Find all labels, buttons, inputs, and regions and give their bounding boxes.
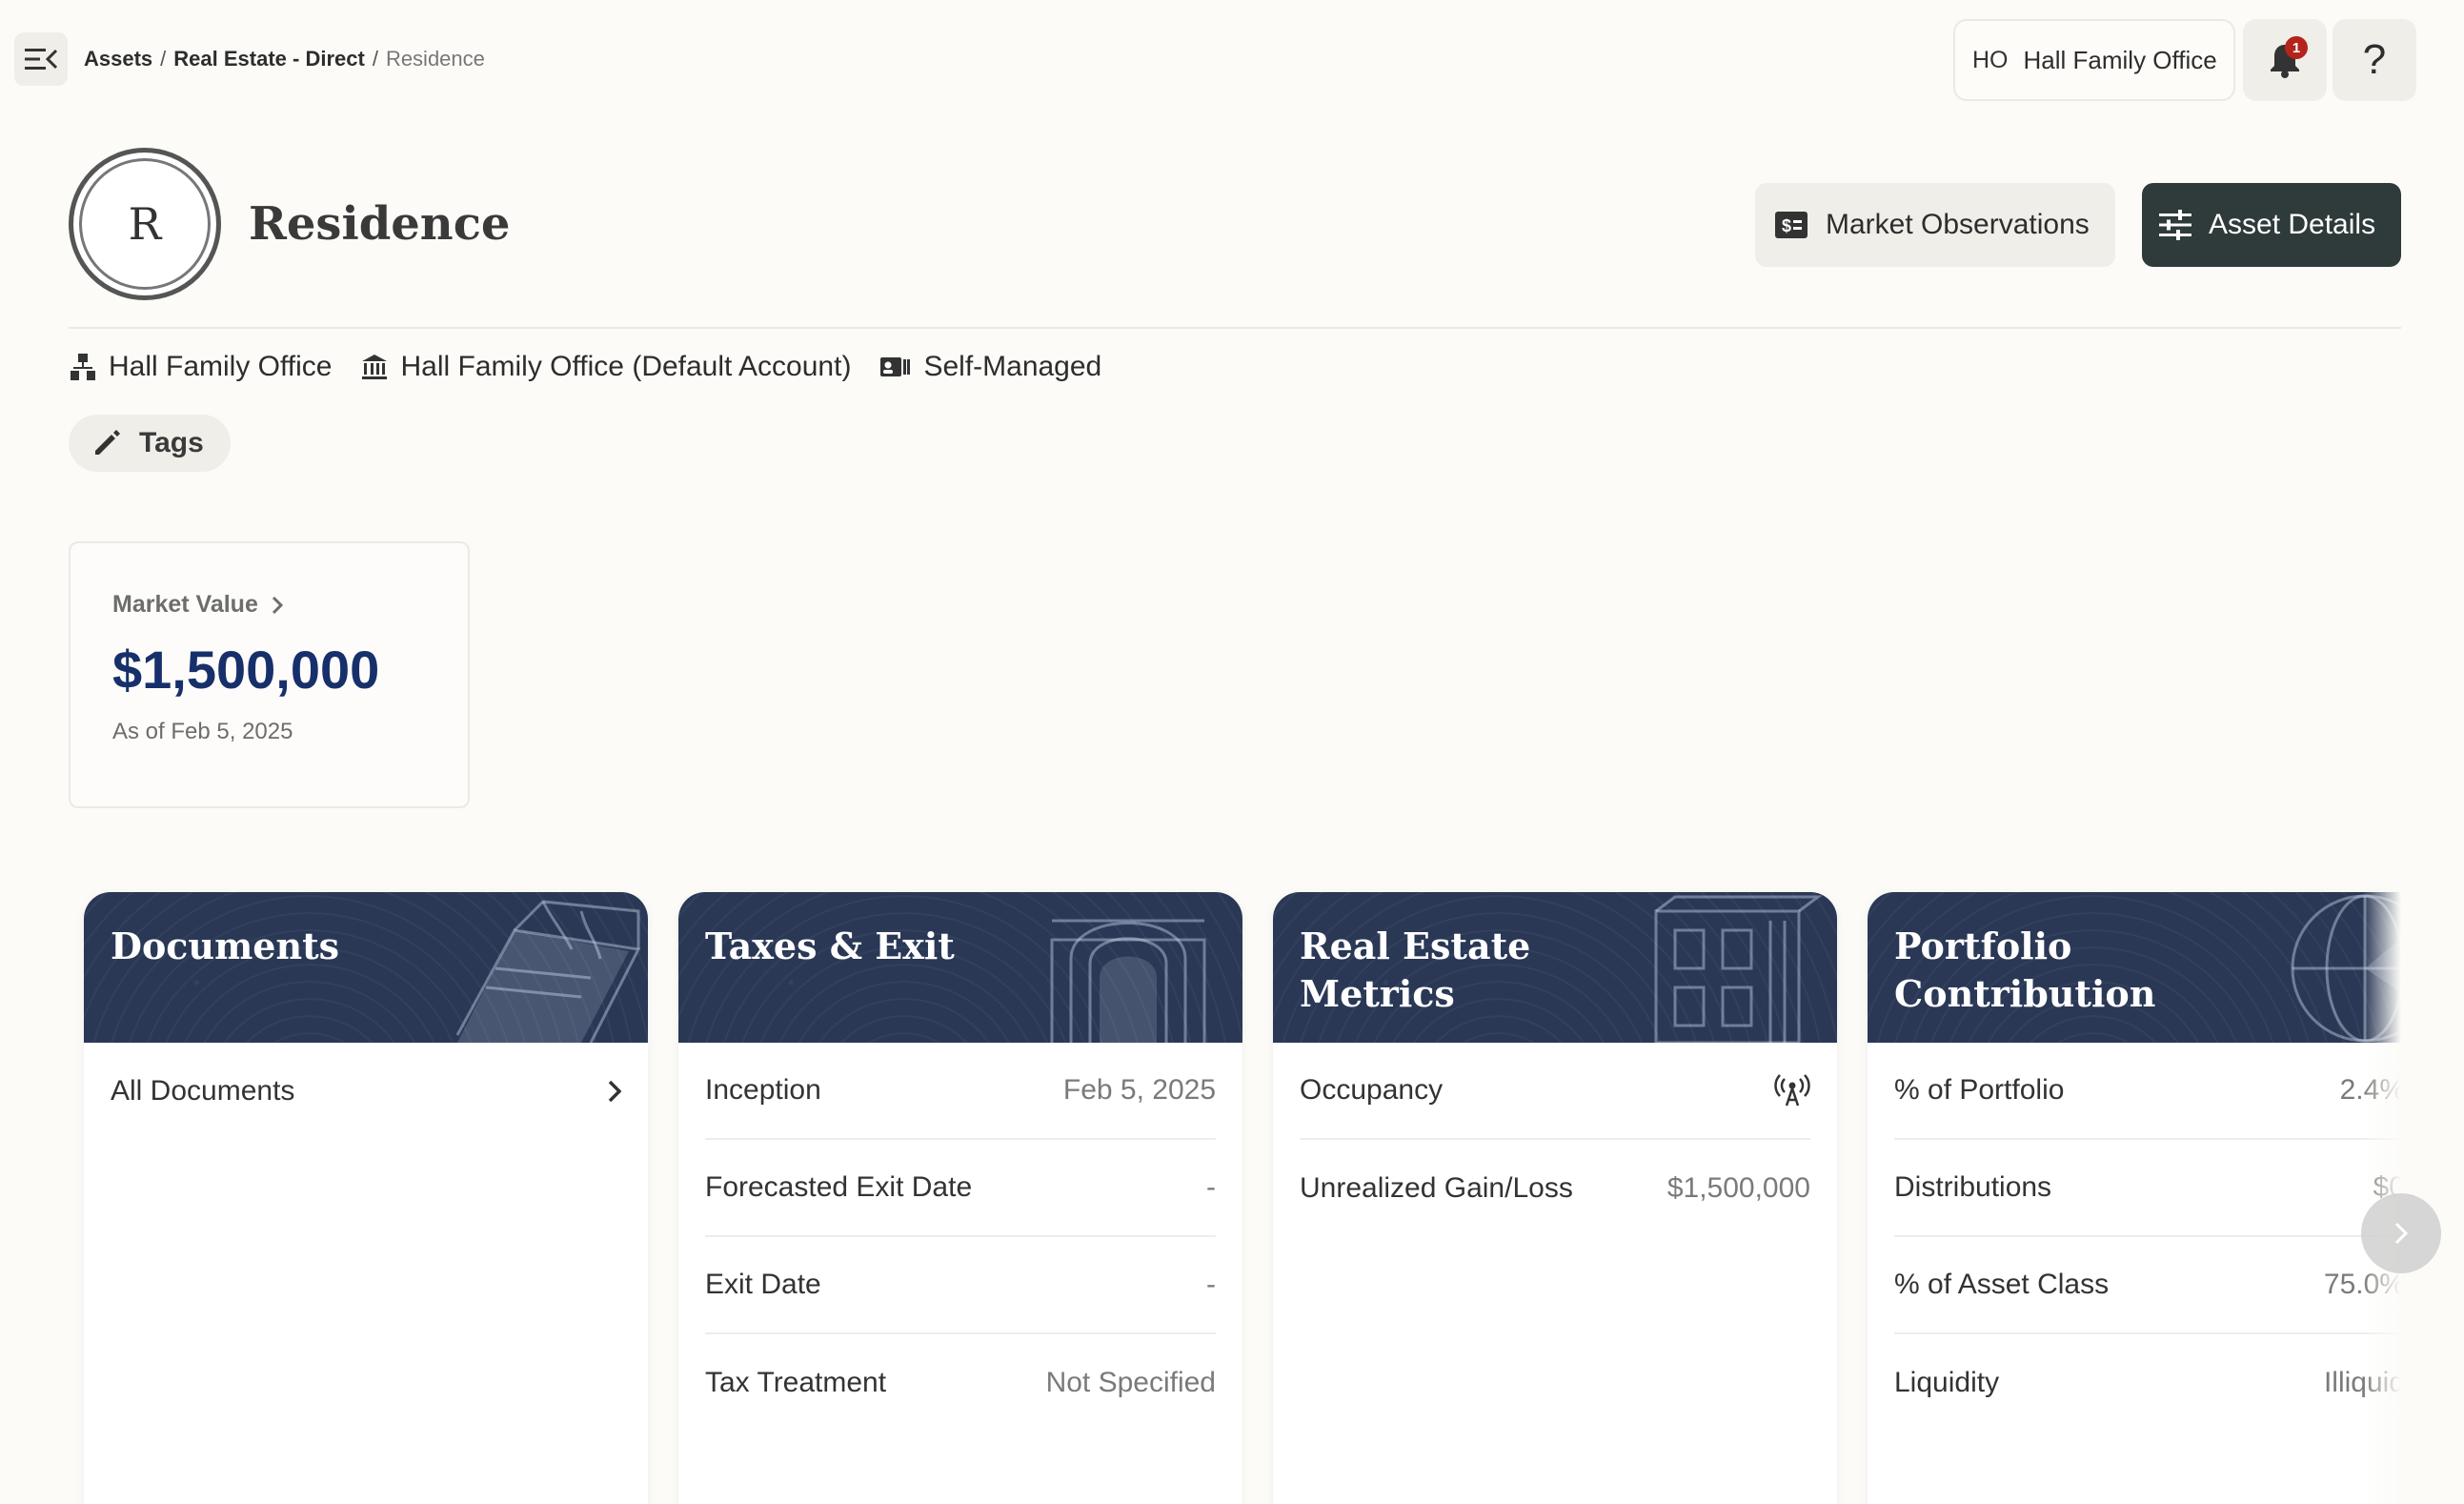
chevron-right-icon [608, 1080, 621, 1103]
org-initials: HO [1972, 46, 2009, 73]
row-label: All Documents [111, 1075, 295, 1107]
asset-meta: Hall Family Office Hall Family Office (D… [71, 351, 1117, 383]
asset-cards-carousel: Documents All Documents Taxes & Exit Inc… [69, 877, 2401, 1504]
asset-avatar: R [69, 148, 221, 300]
inception-row: Inception Feb 5, 2025 [705, 1043, 1216, 1140]
percent-of-portfolio-row: % of Portfolio 2.4% [1894, 1043, 2401, 1140]
collapse-menu-button[interactable] [14, 32, 68, 86]
chevron-right-icon [272, 596, 283, 614]
row-value: - [1206, 1269, 1216, 1300]
breadcrumb-current: Residence [385, 47, 485, 71]
row-label: Forecasted Exit Date [705, 1171, 973, 1203]
forecasted-exit-date-row: Forecasted Exit Date - [705, 1140, 1216, 1237]
tags-label: Tags [139, 427, 204, 458]
documents-card: Documents All Documents [84, 892, 648, 1504]
row-label: Tax Treatment [705, 1367, 887, 1398]
bank-icon [361, 355, 387, 379]
meta-entity[interactable]: Hall Family Office [71, 351, 333, 383]
row-label: % of Asset Class [1894, 1269, 2110, 1300]
portfolio-contribution-card: Portfolio Contribution % of Portfolio 2.… [1868, 892, 2401, 1504]
row-value: $1,500,000 [1666, 1172, 1810, 1204]
occupancy-row: Occupancy [1300, 1043, 1810, 1140]
breadcrumb-real-estate-direct[interactable]: Real Estate - Direct [173, 47, 365, 71]
help-icon: ? [2362, 36, 2387, 83]
row-label: Liquidity [1894, 1367, 2000, 1398]
asset-details-label: Asset Details [2209, 209, 2376, 240]
dollar-card-icon: $ [1775, 212, 1808, 238]
real-estate-metrics-card: Real Estate Metrics Occupancy Unrealized… [1273, 892, 1837, 1504]
row-label: Occupancy [1300, 1074, 1444, 1106]
row-value: Not Specified [1045, 1367, 1216, 1398]
row-label: Inception [705, 1074, 821, 1106]
distributions-row: Distributions $0 [1894, 1140, 2401, 1237]
market-value-label: Market Value [112, 591, 258, 618]
portfolio-contribution-card-title: Portfolio Contribution [1894, 925, 2156, 1015]
market-value-as-of: As of Feb 5, 2025 [112, 719, 293, 744]
meta-account[interactable]: Hall Family Office (Default Account) [361, 351, 852, 383]
market-value-card[interactable]: Market Value $1,500,000 As of Feb 5, 202… [69, 541, 470, 808]
taxes-exit-card: Taxes & Exit Inception Feb 5, 2025 Forec… [678, 892, 1242, 1504]
market-value-amount: $1,500,000 [112, 640, 380, 700]
all-documents-row[interactable]: All Documents [111, 1043, 621, 1140]
archway-illustration-icon [1050, 919, 1206, 1043]
building-illustration-icon [1654, 895, 1823, 1043]
percent-of-asset-class-row: % of Asset Class 75.0% [1894, 1237, 2401, 1334]
carousel-next-button[interactable] [2361, 1193, 2441, 1273]
pencil-icon [95, 430, 120, 455]
meta-entity-label: Hall Family Office [109, 351, 333, 382]
avatar-initial: R [128, 198, 162, 250]
tags-button[interactable]: Tags [69, 415, 231, 472]
unrealized-gain-loss-row: Unrealized Gain/Loss $1,500,000 [1300, 1140, 1810, 1237]
header-divider [69, 327, 2401, 329]
breadcrumb: Assets / Real Estate - Direct / Residenc… [84, 47, 485, 71]
broadcast-icon [1774, 1074, 1810, 1107]
row-label: Unrealized Gain/Loss [1300, 1172, 1573, 1204]
carousel-fade [2363, 877, 2401, 1504]
page-title: Residence [249, 197, 511, 251]
top-bar: Assets / Real Estate - Direct / Residenc… [0, 0, 2464, 114]
meta-management-label: Self-Managed [923, 351, 1102, 382]
exit-date-row: Exit Date - [705, 1237, 1216, 1334]
row-label: Exit Date [705, 1269, 821, 1300]
market-observations-label: Market Observations [1826, 209, 2090, 240]
documents-card-header: Documents [84, 892, 648, 1043]
row-label: Distributions [1894, 1171, 2052, 1203]
contact-card-icon [880, 357, 911, 376]
real-estate-metrics-card-header: Real Estate Metrics [1273, 892, 1837, 1043]
tax-treatment-row: Tax Treatment Not Specified [705, 1334, 1216, 1432]
org-name: Hall Family Office [2023, 45, 2217, 74]
row-value: Feb 5, 2025 [1062, 1074, 1216, 1106]
breadcrumb-separator: / [160, 47, 167, 71]
market-value-label-row: Market Value [112, 591, 283, 619]
breadcrumb-assets[interactable]: Assets [84, 47, 152, 71]
taxes-exit-card-header: Taxes & Exit [678, 892, 1242, 1043]
notifications-button[interactable]: 1 [2243, 19, 2327, 101]
notification-badge: 1 [2285, 36, 2308, 59]
market-observations-button[interactable]: $ Market Observations [1755, 183, 2115, 267]
meta-management[interactable]: Self-Managed [879, 351, 1101, 383]
sliders-icon [2159, 210, 2191, 240]
org-switcher[interactable]: HO Hall Family Office [1953, 19, 2235, 101]
liquidity-row: Liquidity Illiquid [1894, 1334, 2401, 1432]
asset-details-button[interactable]: Asset Details [2142, 183, 2401, 267]
help-button[interactable]: ? [2333, 19, 2416, 101]
row-value: - [1206, 1171, 1216, 1203]
svg-text:$: $ [1782, 216, 1791, 235]
row-label: % of Portfolio [1894, 1074, 2065, 1106]
portfolio-contribution-card-header: Portfolio Contribution [1868, 892, 2401, 1043]
chevron-right-icon [2394, 1222, 2409, 1245]
breadcrumb-separator: / [372, 47, 378, 71]
book-illustration-icon [455, 900, 641, 1043]
meta-account-label: Hall Family Office (Default Account) [400, 351, 852, 382]
org-chart-icon [71, 354, 95, 380]
menu-collapse-icon [25, 49, 57, 70]
